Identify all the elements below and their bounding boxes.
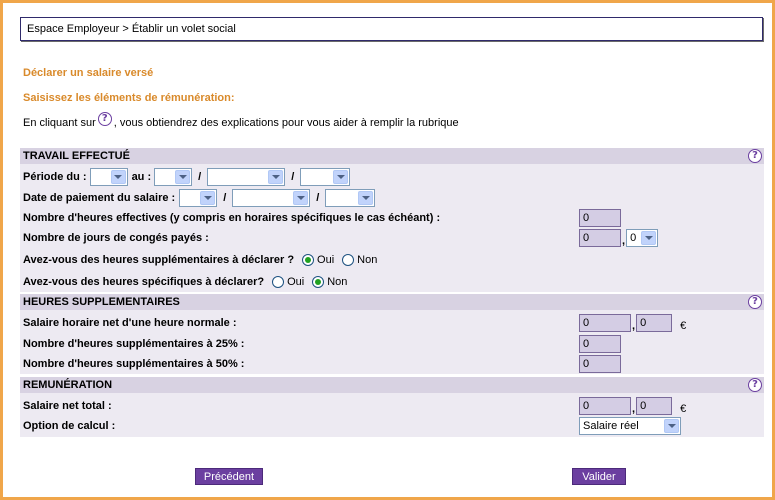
submit-button[interactable]: Valider [572, 468, 626, 485]
salaire-net-row: Salaire net total : [23, 400, 112, 412]
section-heures-supp: HEURES SUPPLEMENTAIRES ? Salaire horaire… [20, 294, 764, 374]
salaire-net-dec-input[interactable]: 0 [636, 397, 673, 415]
chevron-down-icon [358, 191, 374, 205]
section-travail: TRAVAIL EFFECTUÉ ? Période du : au : / /… [20, 148, 764, 292]
decimal-comma: , [632, 403, 636, 415]
periode-label: Période du : [23, 171, 87, 183]
chevron-down-icon [293, 191, 309, 205]
date-paiement-row: Date de paiement du salaire : / / [23, 189, 376, 207]
salaire-horaire-field: 0 , 0 € [579, 314, 686, 332]
chevron-down-icon [333, 170, 349, 184]
section-header-travail: TRAVAIL EFFECTUÉ ? [20, 148, 764, 164]
periode-row: Période du : au : / / [23, 168, 351, 186]
chevron-down-icon [268, 170, 284, 184]
periode-start-day-select[interactable] [89, 168, 128, 186]
salaire-horaire-label: Salaire horaire net d'une heure normale … [23, 317, 237, 329]
chevron-down-icon [641, 231, 657, 245]
chevron-down-icon [175, 170, 191, 184]
date-separator: / [223, 192, 227, 204]
help-note-after: , vous obtiendrez des explications pour … [113, 117, 459, 129]
date-separator: / [291, 171, 295, 183]
help-question-icon[interactable]: ? [748, 149, 762, 163]
h25-input[interactable]: 0 [579, 335, 621, 353]
heures-effectives-label: Nombre d'heures effectives (y compris en… [23, 212, 441, 224]
supp-oui-label: Oui [317, 254, 335, 266]
supp-oui-radio[interactable] [302, 254, 315, 266]
periode-end-month-select[interactable] [207, 168, 286, 186]
conges-row: Nombre de jours de congés payés : [23, 232, 209, 244]
heures-effectives-row: Nombre d'heures effectives (y compris en… [23, 212, 440, 224]
previous-button[interactable]: Précédent [195, 468, 263, 485]
date-separator: / [316, 192, 320, 204]
periode-end-year-select[interactable] [300, 168, 351, 186]
spec-question-label: Avez-vous des heures spécifiques à décla… [23, 276, 265, 288]
h50-row: Nombre d'heures supplémentaires à 50% : [23, 358, 244, 370]
chevron-down-icon [110, 170, 126, 184]
option-label: Option de calcul : [23, 420, 116, 432]
page-frame: Espace Employeur > Établir un volet soci… [0, 0, 775, 500]
date-separator: / [198, 171, 202, 183]
question-icon: ? [97, 112, 112, 126]
spec-non-radio[interactable] [312, 276, 325, 288]
supp-non-label: Non [357, 254, 378, 266]
euro-icon: € [680, 320, 687, 332]
help-note: En cliquant sur ? , vous obtiendrez des … [23, 112, 459, 129]
page-subtitle: Saisissez les éléments de rémunération: [23, 92, 235, 104]
decimal-comma: , [622, 235, 626, 247]
help-question-icon[interactable]: ? [748, 378, 762, 392]
salaire-net-field: 0 , 0 € [579, 397, 686, 415]
breadcrumb: Espace Employeur > Établir un volet soci… [20, 17, 763, 41]
help-note-before: En cliquant sur [23, 117, 96, 129]
h50-field: 0 [579, 355, 621, 373]
conges-label: Nombre de jours de congés payés : [23, 232, 209, 244]
spec-oui-radio[interactable] [272, 276, 285, 288]
conges-int-input[interactable]: 0 [579, 229, 621, 247]
au-label: au : [131, 171, 152, 183]
option-calcul-value: Salaire réel [583, 420, 639, 432]
help-question-icon[interactable]: ? [748, 295, 762, 309]
section-header-remuneration: REMUNÉRATION ? [20, 377, 764, 393]
salaire-horaire-int-input[interactable]: 0 [579, 314, 631, 332]
decimal-comma: , [632, 320, 636, 332]
date-paiement-label: Date de paiement du salaire : [23, 192, 176, 204]
conges-field: 0 , 0 [579, 229, 659, 247]
h25-label: Nombre d'heures supplémentaires à 25% : [23, 338, 245, 350]
heures-effectives-field: 0 [579, 209, 621, 227]
option-field: Salaire réel [579, 417, 681, 435]
section-remuneration: REMUNÉRATION ? Salaire net total : 0 , 0… [20, 377, 764, 437]
supp-question-label: Avez-vous des heures supplémentaires à d… [23, 254, 295, 266]
chevron-down-icon [200, 191, 216, 205]
h25-row: Nombre d'heures supplémentaires à 25% : [23, 338, 244, 350]
spec-question-row: Avez-vous des heures spécifiques à décla… [23, 276, 355, 288]
section-header-heures-supp: HEURES SUPPLEMENTAIRES ? [20, 294, 764, 310]
h25-field: 0 [579, 335, 621, 353]
euro-icon: € [680, 403, 687, 415]
page-title: Déclarer un salaire versé [23, 67, 154, 79]
supp-non-radio[interactable] [342, 254, 355, 266]
conges-dec-value: 0 [630, 232, 637, 244]
section-title: HEURES SUPPLEMENTAIRES [23, 296, 180, 308]
option-row: Option de calcul : [23, 420, 115, 432]
heures-effectives-input[interactable]: 0 [579, 209, 621, 227]
h50-label: Nombre d'heures supplémentaires à 50% : [23, 358, 245, 370]
h50-input[interactable]: 0 [579, 355, 621, 373]
date-paiement-year-select[interactable] [325, 189, 376, 207]
option-calcul-select[interactable]: Salaire réel [579, 417, 681, 435]
conges-dec-select[interactable]: 0 [626, 229, 659, 247]
section-title: REMUNÉRATION [23, 379, 113, 391]
chevron-down-icon [664, 419, 679, 433]
date-paiement-month-select[interactable] [232, 189, 311, 207]
spec-non-label: Non [327, 276, 348, 288]
salaire-net-int-input[interactable]: 0 [579, 397, 631, 415]
section-title: TRAVAIL EFFECTUÉ [23, 150, 130, 162]
salaire-net-label: Salaire net total : [23, 400, 112, 412]
supp-question-row: Avez-vous des heures supplémentaires à d… [23, 254, 385, 266]
salaire-horaire-row: Salaire horaire net d'une heure normale … [23, 317, 237, 329]
periode-end-day-select[interactable] [154, 168, 193, 186]
spec-oui-label: Oui [287, 276, 305, 288]
salaire-horaire-dec-input[interactable]: 0 [636, 314, 673, 332]
date-paiement-day-select[interactable] [179, 189, 218, 207]
